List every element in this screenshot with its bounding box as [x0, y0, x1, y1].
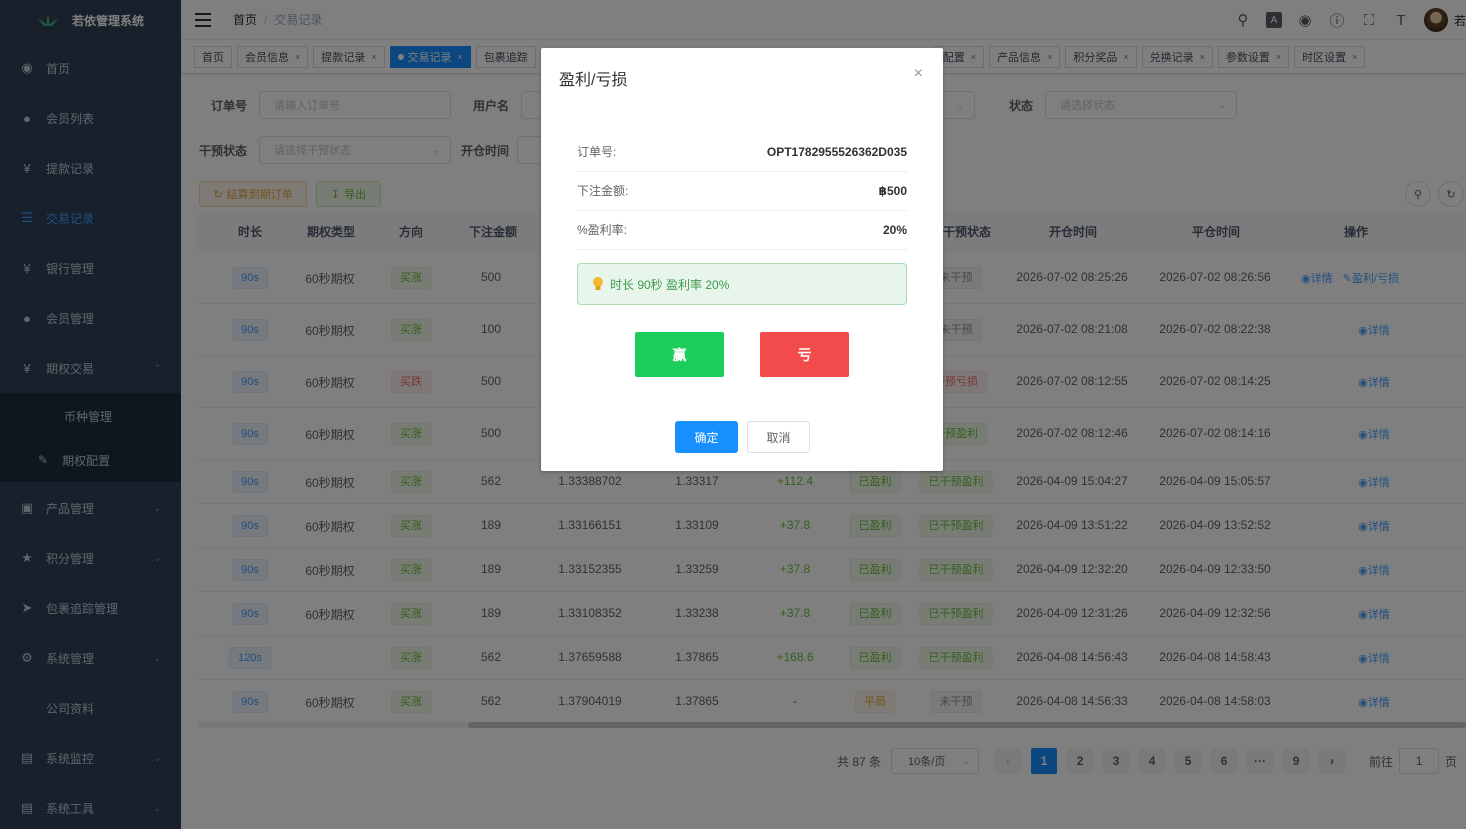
amount-label: 下注金额:: [577, 184, 629, 198]
win-button[interactable]: 赢: [635, 332, 724, 377]
lightbulb-icon: [592, 276, 604, 292]
cancel-button[interactable]: 取消: [747, 421, 810, 453]
rate-label: %盈利率:: [577, 223, 628, 237]
dialog-rate-row: %盈利率: 20%: [577, 210, 907, 250]
dialog-order-row: 订单号: OPT1782955526362D035: [577, 132, 907, 172]
dialog-tip: 时长 90秒 盈利率 20%: [577, 263, 907, 305]
lose-button[interactable]: 亏: [760, 332, 849, 377]
tip-text: 时长 90秒 盈利率 20%: [610, 277, 730, 292]
dialog-title: 盈利/亏损: [559, 72, 628, 89]
order-label: 订单号:: [577, 145, 617, 159]
close-icon[interactable]: ×: [914, 65, 923, 83]
pnl-dialog: 盈利/亏损 × 订单号: OPT1782955526362D035 下注金额: …: [541, 48, 943, 471]
amount-value: ฿500: [878, 183, 907, 198]
order-value: OPT1782955526362D035: [766, 144, 907, 159]
rate-value: 20%: [882, 222, 907, 237]
confirm-button[interactable]: 确定: [675, 421, 738, 453]
dialog-amount-row: 下注金额: ฿500: [577, 171, 907, 211]
